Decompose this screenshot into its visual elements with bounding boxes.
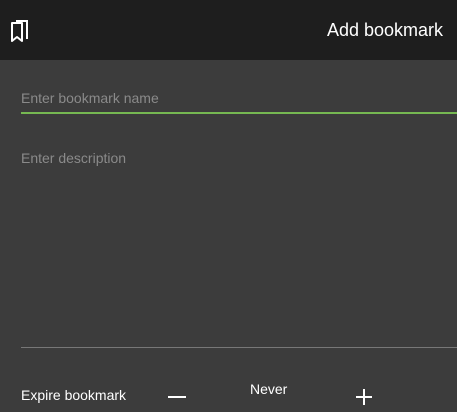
expire-decrement-button[interactable] xyxy=(165,384,189,408)
bookmarks-icon xyxy=(10,20,30,44)
minus-icon xyxy=(165,396,189,411)
expire-bookmark-label: Expire bookmark xyxy=(21,387,127,403)
expire-value: Never xyxy=(250,381,288,397)
dialog-header: Add bookmark xyxy=(0,0,457,60)
dialog-title: Add bookmark xyxy=(326,20,443,40)
bookmark-name-input[interactable] xyxy=(21,84,457,114)
expire-increment-button[interactable] xyxy=(352,384,376,408)
plus-icon xyxy=(352,389,376,411)
add-bookmark-dialog: Add bookmark Expire bookmark Never xyxy=(0,0,457,412)
bookmark-description-input[interactable] xyxy=(21,142,457,348)
